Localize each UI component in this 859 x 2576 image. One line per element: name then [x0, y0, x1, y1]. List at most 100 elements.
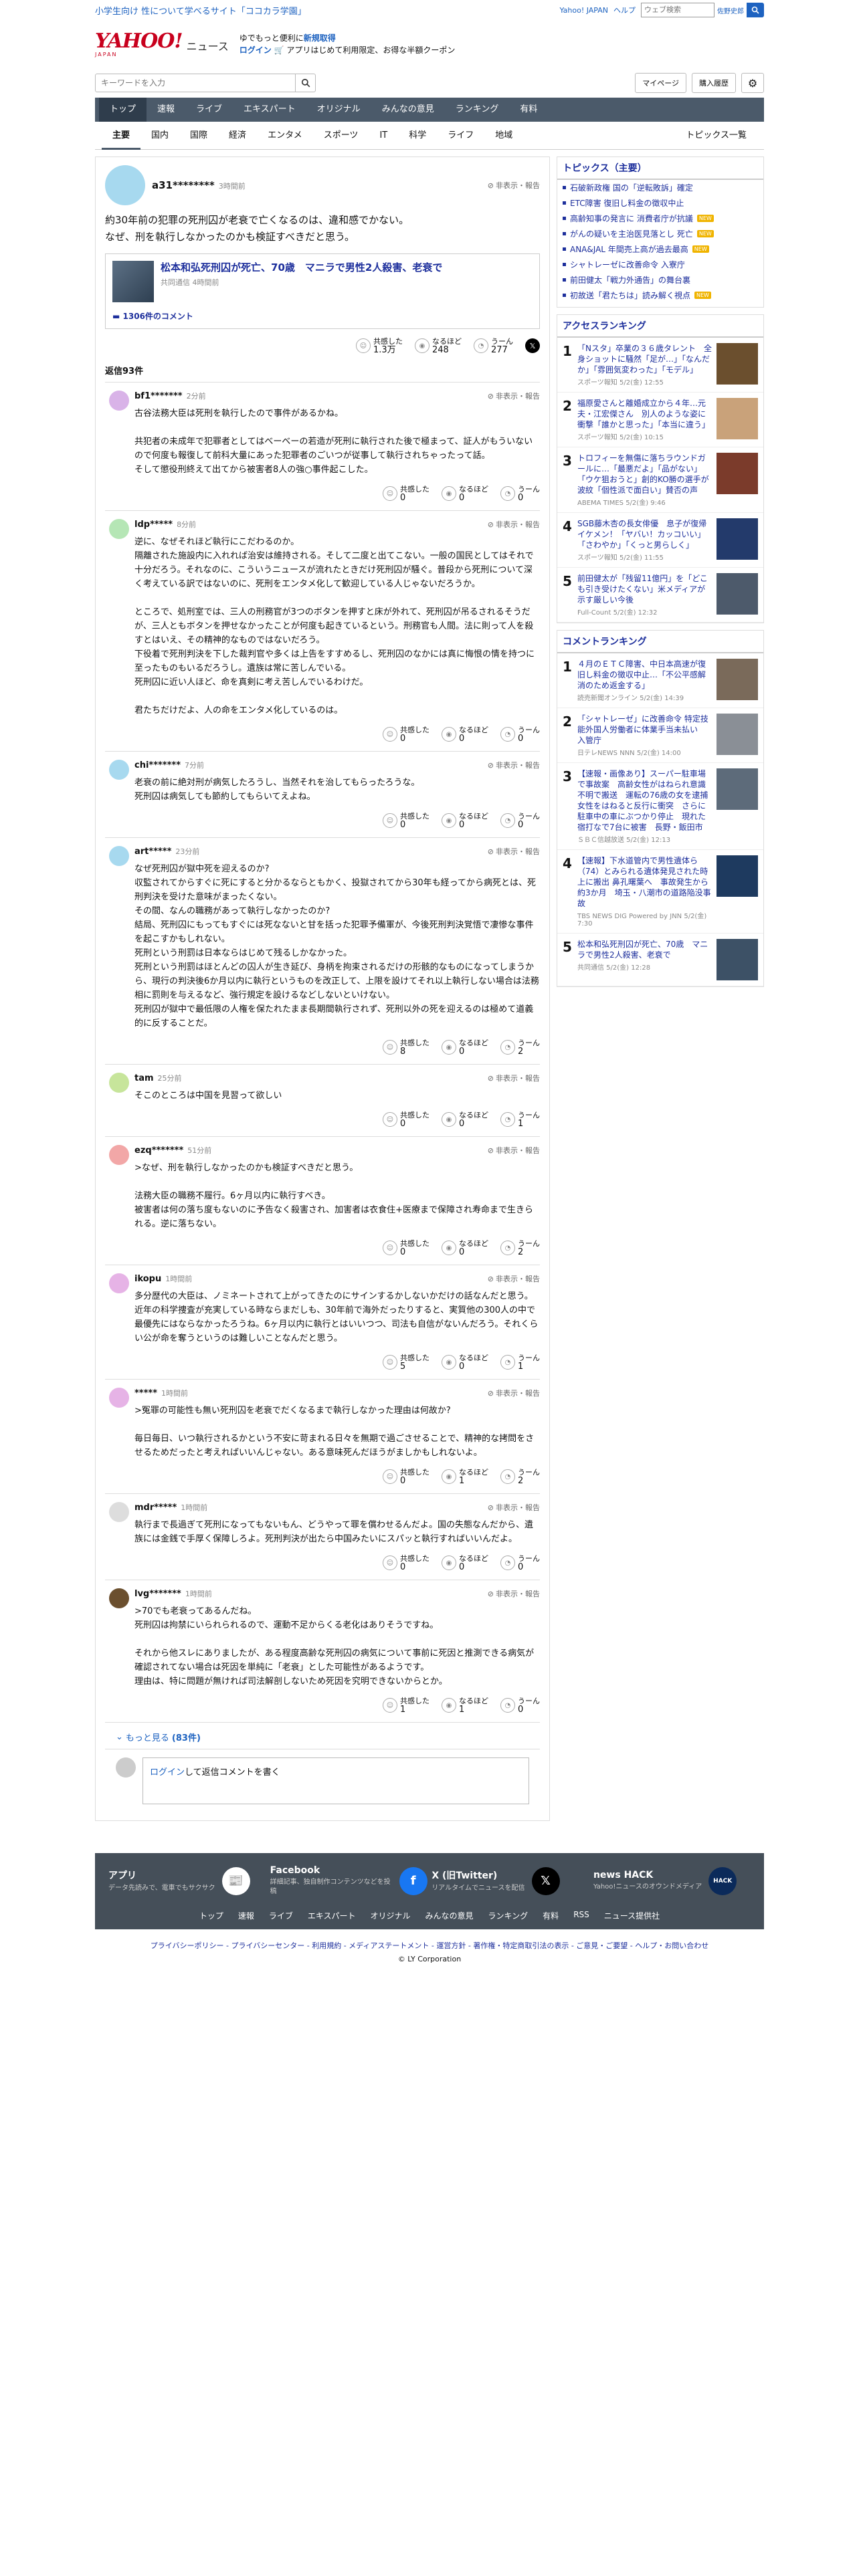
ranking-title[interactable]: 松本和弘死刑囚が死亡、70歳 マニラで男性2人殺害、老衰で: [577, 939, 712, 960]
comment-author[interactable]: art*****: [134, 847, 171, 857]
report-button[interactable]: ⊘ 非表示・報告: [488, 760, 540, 770]
report-button[interactable]: ⊘ 非表示・報告: [488, 391, 540, 401]
ranking-item[interactable]: 4 SGB藤木杏の長女俳優 息子が復帰イケメン！「ヤバい！カッコいい」「さわやか」…: [557, 513, 763, 568]
empathy-button[interactable]: ☺ 共感した 1.3万: [356, 337, 403, 354]
topic-item[interactable]: 前田健太「戦力外通告」の舞台裏: [557, 272, 763, 288]
comment-author[interactable]: ezq*******: [134, 1146, 183, 1156]
report-button[interactable]: ⊘ 非表示・報告: [488, 1502, 540, 1513]
tab-top[interactable]: トップ: [99, 98, 147, 122]
report-button[interactable]: ⊘ 非表示・報告: [488, 1145, 540, 1156]
empathy-button[interactable]: ☺ 共感した 0: [383, 726, 430, 743]
hmm-button[interactable]: ◔ うーん 1: [500, 1111, 540, 1128]
empathy-button[interactable]: ☺ 共感した 5: [383, 1354, 430, 1371]
footer-app-item[interactable]: X (旧Twitter) リアルタイムでニュースを配信 𝕏: [432, 1865, 589, 1897]
subtab-science[interactable]: 科学: [398, 122, 437, 150]
topic-title[interactable]: がんの疑いを主治医見落とし 死亡: [570, 228, 693, 239]
tab-opinions[interactable]: みんなの意見: [371, 98, 445, 122]
ranking-title[interactable]: 「Nスタ」卒業の３６歳タレント 全身ショットに騒然「足が…」「なんだか」「雰囲気…: [577, 343, 712, 375]
tab-live[interactable]: ライブ: [185, 98, 233, 122]
empathy-button[interactable]: ☺ 共感した 0: [383, 1468, 430, 1485]
footer-link[interactable]: ニュース提供社: [604, 1910, 660, 1921]
comment-author[interactable]: *****: [134, 1388, 157, 1398]
topic-title[interactable]: ETC障害 復旧し料金の徴収中止: [570, 197, 684, 209]
ranking-title[interactable]: 【速報・画像あり】スーパー駐車場で事故案 高齢女性がはねられ意識不明で搬送 運転…: [577, 768, 716, 833]
ranking-title[interactable]: 「シャトレーゼ」に改善命令 特定技能外国人労働者に体業手当未払い 入管庁: [577, 714, 712, 746]
reply-input[interactable]: ログインして返信コメントを書く: [142, 1757, 529, 1804]
signup-link[interactable]: 新規取得: [304, 33, 336, 43]
empathy-button[interactable]: ☺ 共感した 0: [383, 1111, 430, 1128]
footer-link[interactable]: ライブ: [269, 1910, 293, 1921]
subtab-economy[interactable]: 経済: [218, 122, 257, 150]
footer-app-item[interactable]: news HACK Yahoo!ニュースのオウンドメディア HACK: [593, 1865, 751, 1897]
footer-link[interactable]: オリジナル: [371, 1910, 411, 1921]
topic-item[interactable]: がんの疑いを主治医見落とし 死亡 NEW: [557, 226, 763, 241]
topic-item[interactable]: シャトレーゼに改善命令 入寮庁: [557, 257, 763, 272]
hmm-button[interactable]: ◔ うーん 2: [500, 1039, 540, 1056]
insight-button[interactable]: ◉ なるほど 0: [442, 1554, 488, 1572]
subtab-life[interactable]: ライフ: [437, 122, 484, 150]
insight-button[interactable]: ◉ なるほど 0: [442, 1354, 488, 1371]
keyword-search-input[interactable]: [95, 74, 296, 92]
site-logo[interactable]: YAHOO! JAPAN ニュース: [95, 31, 229, 58]
article-comments-link[interactable]: ▬ 1306件のコメント: [112, 310, 533, 322]
footer-app-item[interactable]: Facebook 詳細記事、独自制作コンテンツなどを投稿 f: [270, 1865, 427, 1897]
login-link[interactable]: ログイン: [240, 45, 272, 55]
app-title[interactable]: news HACK: [593, 1870, 702, 1881]
ranking-item[interactable]: 4 【速報】下水道管内で男性遺体ら（74）とみられる遺体発見された時上に搬出 鼻孔…: [557, 850, 763, 934]
insight-button[interactable]: ◉ なるほど 1: [442, 1468, 488, 1485]
insight-button[interactable]: ◉ なるほど 0: [442, 1111, 488, 1128]
insight-button[interactable]: ◉ なるほど 1: [442, 1697, 488, 1714]
topic-title[interactable]: 初故送「君たちは」読み解く視点: [570, 290, 690, 301]
tab-breaking[interactable]: 速報: [147, 98, 185, 122]
web-search-input[interactable]: [641, 3, 714, 17]
footer-link[interactable]: ランキング: [488, 1910, 529, 1921]
topic-item[interactable]: ANA&JAL 年間売上高が過去最高 NEW: [557, 241, 763, 257]
purchase-history-button[interactable]: 購入履歴: [692, 73, 736, 93]
topic-item[interactable]: 初故送「君たちは」読み解く視点 NEW: [557, 288, 763, 303]
ranking-item[interactable]: 1 「Nスタ」卒業の３６歳タレント 全身ショットに騒然「足が…」「なんだか」「雰囲…: [557, 338, 763, 393]
ranking-title[interactable]: トロフィーを無傷に落ちラウンドガールに…「最悪だよ」「品がない」「ウケ狙おうと」…: [577, 453, 712, 496]
comment-author[interactable]: lvg*******: [134, 1589, 181, 1599]
insight-button[interactable]: ◉ なるほど 0: [442, 1239, 488, 1257]
topic-title[interactable]: 高齢知事の発言に 消費者庁が抗議: [570, 213, 693, 224]
hmm-button[interactable]: ◔ うーん 1: [500, 1354, 540, 1371]
insight-button[interactable]: ◉ なるほど 0: [442, 812, 488, 829]
settings-button[interactable]: ⚙: [741, 73, 764, 93]
comment-author[interactable]: a31********: [152, 179, 215, 191]
report-button[interactable]: ⊘ 非表示・報告: [488, 1273, 540, 1284]
hmm-button[interactable]: ◔ うーん 0: [500, 812, 540, 829]
insight-button[interactable]: ◉ なるほど 0: [442, 726, 488, 743]
more-replies-button[interactable]: ⌄ もっと見る (83件): [105, 1723, 540, 1749]
topic-title[interactable]: 前田健太「戦力外通告」の舞台裏: [570, 274, 690, 286]
tab-expert[interactable]: エキスパート: [233, 98, 306, 122]
ranking-title[interactable]: 福原愛さんと離婚成立から４年…元夫・江宏傑さん 別人のような姿に衝撃「誰かと思っ…: [577, 398, 712, 430]
comment-author[interactable]: tam: [134, 1073, 154, 1083]
app-title[interactable]: X (旧Twitter): [432, 1868, 524, 1882]
legal-links[interactable]: プライバシーポリシー - プライバシーセンター - 利用規約 - メディアステー…: [95, 1940, 764, 1951]
hmm-button[interactable]: ◔ うーん 2: [500, 1468, 540, 1485]
empathy-button[interactable]: ☺ 共感した 0: [383, 812, 430, 829]
comment-author[interactable]: mdr*****: [134, 1503, 177, 1513]
coupon-promo[interactable]: 🛒 アプリはじめて利用限定、お得な半額クーポン: [274, 45, 456, 55]
report-button[interactable]: ⊘ 非表示・報告: [488, 1073, 540, 1083]
report-button[interactable]: ⊘ 非表示・報告: [488, 846, 540, 857]
insight-button[interactable]: ◉ なるほど 0: [442, 485, 488, 502]
ranking-item[interactable]: 3 トロフィーを無傷に落ちラウンドガールに…「最悪だよ」「品がない」「ウケ狙おうと…: [557, 447, 763, 513]
keyword-search-button[interactable]: [296, 74, 316, 92]
footer-link[interactable]: トップ: [199, 1910, 223, 1921]
tab-original[interactable]: オリジナル: [306, 98, 371, 122]
report-button[interactable]: ⊘ 非表示・報告: [488, 1588, 540, 1599]
insight-button[interactable]: ◉ なるほど 248: [415, 337, 462, 354]
hmm-button[interactable]: ◔ うーん 0: [500, 485, 540, 502]
ranking-item[interactable]: 5 前田健太が「残留11億円」を「どこも引き受けたくない」米メディアが示す厳しい今…: [557, 568, 763, 623]
report-button[interactable]: ⊘ 非表示・報告: [488, 1388, 540, 1398]
subtab-it[interactable]: IT: [369, 122, 398, 150]
subtab-international[interactable]: 国際: [179, 122, 218, 150]
empathy-button[interactable]: ☺ 共感した 1: [383, 1697, 430, 1714]
ranking-item[interactable]: 2 「シャトレーゼ」に改善命令 特定技能外国人労働者に体業手当未払い 入管庁 日テレ…: [557, 708, 763, 763]
topic-item[interactable]: 高齢知事の発言に 消費者庁が抗議 NEW: [557, 211, 763, 226]
ranking-item[interactable]: 5 松本和弘死刑囚が死亡、70歳 マニラで男性2人殺害、老衰で 共同通信 5/2(金…: [557, 934, 763, 986]
insight-button[interactable]: ◉ なるほど 0: [442, 1039, 488, 1056]
tab-paid[interactable]: 有料: [509, 98, 548, 122]
subtab-domestic[interactable]: 国内: [140, 122, 179, 150]
